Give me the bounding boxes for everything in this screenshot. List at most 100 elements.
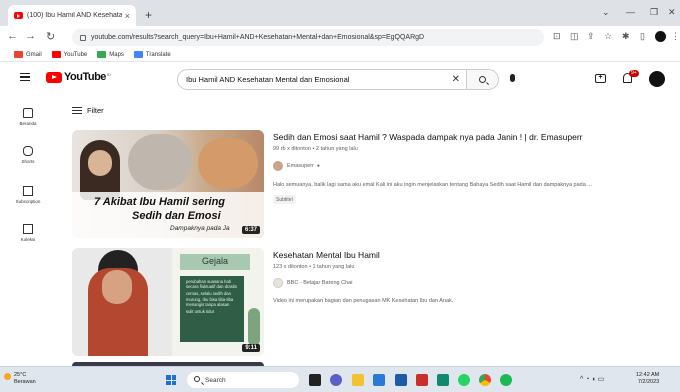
bookmark-label: Translate <box>145 51 171 58</box>
channel-avatar <box>273 161 283 171</box>
youtube-logo[interactable]: YouTube ID <box>46 71 111 83</box>
google-lens-icon[interactable]: ⊡ <box>553 31 561 42</box>
search-input[interactable]: Ibu Hamil AND Kesehatan Mental dan Emosi… <box>177 69 467 90</box>
thumbnail-belly-image <box>128 134 192 190</box>
address-bar[interactable]: youtube.com/results?search_query=Ibu+Ham… <box>72 29 544 46</box>
channel-link[interactable]: Emasuperr ● <box>273 161 320 171</box>
channel-name: BBC - Belajar Bareng Chai <box>287 280 353 286</box>
filter-icon <box>72 107 82 114</box>
weather-temp: 25°C <box>14 372 27 378</box>
reload-icon[interactable]: ↻ <box>46 30 55 43</box>
windows-start-icon[interactable] <box>166 375 176 385</box>
clear-search-icon[interactable]: ✕ <box>452 74 460 85</box>
thumbnail-text: Dampaknya pada Ja <box>170 225 230 232</box>
video-title[interactable]: Sedih dan Emosi saat Hamil ? Waspada dam… <box>273 132 582 142</box>
logo-text: YouTube <box>64 71 106 83</box>
thumbnail-bullet: perubahan suasana hati secara fluktuatif… <box>186 279 237 290</box>
video-duration-badge: 6:37 <box>241 226 260 234</box>
thumbnail-bullet: sulit untuk tidur <box>186 309 215 315</box>
thumbnail-face <box>102 270 132 304</box>
lock-icon <box>80 34 86 41</box>
thumbnail-heading: Gejala <box>202 256 229 266</box>
microphone-icon[interactable] <box>510 74 515 82</box>
video-thumbnail[interactable]: Gejala perubahan suasana hati secara flu… <box>72 248 264 356</box>
tab-search-icon[interactable]: ⌄ <box>602 7 610 18</box>
search-button[interactable] <box>467 69 499 90</box>
sidebar-item-shorts[interactable]: Shorts <box>6 146 50 164</box>
taskbar-search[interactable]: Search <box>187 372 299 388</box>
browser-profile-avatar[interactable] <box>655 31 666 42</box>
video-description: Video ini merupakan bagian dan penugasan… <box>273 298 454 304</box>
close-window-icon[interactable]: ✕ <box>668 7 676 18</box>
account-avatar[interactable] <box>649 71 665 87</box>
bookmark-label: Gmail <box>26 51 42 58</box>
chrome-icon[interactable] <box>479 374 491 386</box>
spotify-icon[interactable] <box>500 374 512 386</box>
thumbnail-face <box>88 150 112 176</box>
sidebar-label: Beranda <box>19 121 37 126</box>
taskbar-clock[interactable]: 12:42 AM 7/2/2023 <box>636 372 659 386</box>
home-icon <box>23 108 33 118</box>
sidebar-label: Koleksi <box>20 237 36 242</box>
weather-widget[interactable]: 25°C Berawan <box>4 372 36 386</box>
file-explorer-icon[interactable] <box>352 374 364 386</box>
windows-taskbar: 25°C Berawan Search ^ ◔ ◖ ▭ 12:42 AM 7/2… <box>0 366 680 392</box>
translate-icon[interactable]: ◫ <box>570 31 579 42</box>
tab-close-icon[interactable]: × <box>125 11 130 21</box>
tab-title: (100) Ibu Hamil AND Kesehatan <box>27 12 122 19</box>
video-description: Halo semuanya, balik lagi sama aku emal … <box>273 182 592 188</box>
bookmark-gmail[interactable]: Gmail <box>14 51 42 58</box>
video-title[interactable]: Kesehatan Mental Ibu Hamil <box>273 250 380 260</box>
video-thumbnail[interactable]: 7 Akibat Ibu Hamil sering Sedih dan Emos… <box>72 130 264 238</box>
sidebar-item-subscriptions[interactable]: Subscription <box>6 186 50 204</box>
gmail-icon <box>14 51 23 58</box>
store-icon[interactable] <box>437 374 449 386</box>
thumbnail-bullet: cemas, selalu sedih dan murung, Ibu bisa… <box>186 291 234 307</box>
new-tab-button[interactable]: + <box>145 8 152 22</box>
weather-sun-icon <box>4 373 11 380</box>
back-icon[interactable]: ← <box>7 30 18 42</box>
maps-icon <box>97 51 107 58</box>
bookmark-maps[interactable]: Maps <box>97 51 124 58</box>
filter-button[interactable]: Filter <box>72 106 104 115</box>
minimize-icon[interactable]: — <box>626 7 635 17</box>
create-video-icon[interactable]: + <box>595 74 606 83</box>
bookmark-star-icon[interactable]: ☆ <box>604 31 612 42</box>
taskbar-search-label: Search <box>205 376 226 384</box>
edge-icon[interactable] <box>373 374 385 386</box>
filter-label: Filter <box>87 106 104 115</box>
mcafee-icon[interactable] <box>416 374 428 386</box>
browser-tab[interactable]: (100) Ibu Hamil AND Kesehatan × <box>8 5 136 26</box>
bookmarks-bar: Gmail YouTube Maps Translate <box>0 48 680 62</box>
sidebar-item-home[interactable]: Beranda <box>6 108 50 126</box>
bookmark-label: YouTube <box>63 51 88 58</box>
youtube-play-icon <box>46 71 62 83</box>
bookmark-label: Maps <box>109 51 124 58</box>
sidebar-label: Shorts <box>21 159 35 164</box>
video-duration-badge: 9:11 <box>242 344 260 352</box>
library-icon <box>23 224 33 234</box>
forward-icon[interactable]: → <box>25 30 36 42</box>
translate-bookmark-icon <box>133 51 143 58</box>
search-icon <box>194 376 200 382</box>
bookmark-youtube[interactable]: YouTube <box>51 51 88 58</box>
thumbnail-plant-decoration <box>248 308 260 346</box>
notification-badge: 9+ <box>629 70 639 77</box>
hamburger-menu-icon[interactable] <box>20 73 30 81</box>
bookmark-translate[interactable]: Translate <box>133 51 171 58</box>
word-icon[interactable] <box>395 374 407 386</box>
sidepanel-icon[interactable]: ▯ <box>640 31 645 42</box>
sidebar-item-library[interactable]: Koleksi <box>6 224 50 242</box>
system-tray-icons[interactable]: ^ ◔ ◖ ▭ <box>580 375 604 383</box>
task-view-icon[interactable] <box>309 374 321 386</box>
chat-icon[interactable] <box>330 374 342 386</box>
restore-icon[interactable]: ❐ <box>650 7 658 18</box>
subtitle-badge: Subtitel <box>273 195 296 204</box>
extensions-icon[interactable]: ✱ <box>622 31 630 42</box>
clock-date: 7/2/2023 <box>637 379 660 385</box>
browser-tabstrip: (100) Ibu Hamil AND Kesehatan × + ⌄ — ❐ … <box>0 0 680 26</box>
whatsapp-icon[interactable] <box>458 374 470 386</box>
channel-link[interactable]: BBC - Belajar Bareng Chai <box>273 278 352 288</box>
share-icon[interactable]: ⇪ <box>587 31 595 42</box>
browser-menu-icon[interactable]: ⋮ <box>671 31 680 42</box>
